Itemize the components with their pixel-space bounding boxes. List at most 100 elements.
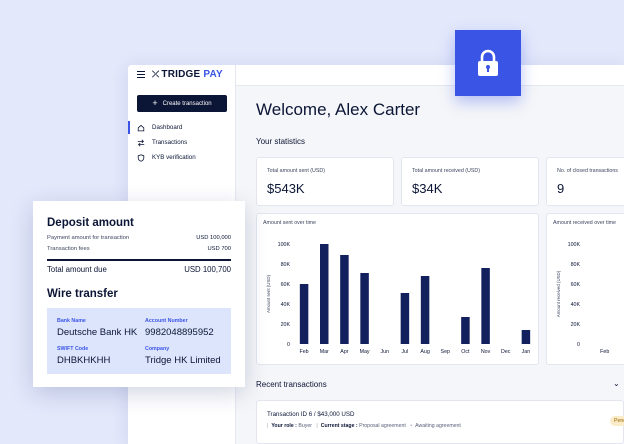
bar — [481, 268, 490, 344]
total-label: Total amount due — [47, 265, 107, 274]
deposit-card: Deposit amount Payment amount for transa… — [33, 201, 245, 387]
x-tick-label: Feb — [300, 349, 309, 355]
bank-details: Bank Name Deutsche Bank HK Account Numbe… — [47, 308, 231, 374]
bar — [461, 317, 470, 344]
y-tick-label: 0 — [287, 342, 290, 348]
transaction-card[interactable]: Transaction ID 6 / $43,000 USD | Your rol… — [256, 400, 624, 444]
y-tick-label: 80K — [571, 262, 581, 268]
sidebar-item-label: Dashboard — [152, 124, 183, 131]
x-tick-label: Sep — [441, 349, 450, 355]
total-value: USD 100,700 — [184, 265, 231, 274]
y-axis-title: Amount received (USD) — [556, 270, 561, 317]
statistics-heading: Your statistics — [256, 137, 306, 146]
x-tick-label: Apr — [340, 349, 348, 355]
home-icon — [136, 124, 146, 132]
role-label: Your role : — [271, 423, 297, 429]
company-field: Company Tridge HK Limited — [145, 346, 221, 366]
x-tick-label: Nov — [481, 349, 491, 355]
company-label: Company — [145, 346, 170, 352]
x-tick-label: May — [360, 349, 370, 355]
y-axis-title: Amount sent (USD) — [266, 274, 271, 313]
recent-transactions-heading: Recent transactions — [256, 380, 327, 389]
swift-code-label: SWIFT Code — [57, 346, 89, 352]
deposit-row: Transaction fees USD 700 — [47, 246, 231, 252]
swap-arrows-icon — [136, 139, 146, 147]
brand-accent: PAY — [203, 69, 223, 80]
sidebar-item-kyb-verification[interactable]: KYB verification — [128, 150, 236, 165]
stat-value: $34K — [412, 181, 443, 196]
brand-logo[interactable]: ⤫ TRIDGE PAY — [152, 69, 223, 80]
deposit-row-label: Payment amount for transaction — [47, 235, 130, 241]
deposit-total: Total amount due USD 100,700 — [47, 265, 231, 274]
role-value: Buyer — [298, 423, 312, 429]
y-tick-label: 0 — [577, 342, 580, 348]
stage-label: Current stage : — [320, 423, 358, 429]
bar — [340, 255, 349, 344]
chart-card-sent: Amount sent over time 0 20K 40K 60K 80K 100K A… — [256, 213, 539, 365]
x-tick-label: Jul — [402, 349, 409, 355]
hamburger-menu-icon[interactable] — [137, 71, 145, 78]
deposit-row-value: USD 700 — [207, 246, 231, 252]
plus-icon: + — [152, 98, 158, 108]
x-tick-label: Feb — [600, 349, 609, 355]
divider — [47, 259, 231, 261]
stat-label: Total amount received (USD) — [412, 168, 481, 174]
bank-name-label: Bank Name — [57, 318, 86, 324]
brand-mark-icon: ⤫ — [152, 69, 160, 79]
top-bar — [236, 65, 624, 86]
y-tick-label: 40K — [281, 302, 291, 308]
x-tick-label: Mar — [320, 349, 329, 355]
y-tick-label: 60K — [281, 282, 291, 288]
transaction-title: Transaction ID 6 / $43,000 USD — [267, 411, 355, 418]
x-tick-label: Jun — [380, 349, 389, 355]
deposit-title: Deposit amount — [47, 217, 134, 229]
bank-name-field: Bank Name Deutsche Bank HK — [57, 318, 137, 338]
y-tick-label: 40K — [571, 302, 581, 308]
deposit-row: Payment amount for transaction USD 100,0… — [47, 235, 231, 241]
stage-value: Proposal agreement — [359, 423, 406, 429]
lock-tile — [455, 30, 521, 96]
stat-card-closed: No. of closed transactions 9 — [546, 157, 624, 206]
y-tick-label: 20K — [281, 322, 291, 328]
chart-card-received: Amount received over time 0 20K 40K 60K 80K 1… — [546, 213, 624, 365]
stat-card-received: Total amount received (USD) $34K — [401, 157, 539, 206]
company-value: Tridge HK Limited — [145, 355, 221, 366]
bar — [360, 273, 369, 344]
bar — [400, 293, 410, 344]
account-number-label: Account Number — [145, 318, 188, 324]
bar — [320, 244, 329, 344]
lock-icon — [478, 49, 498, 76]
y-tick-label: 80K — [281, 262, 291, 268]
chevron-down-icon[interactable]: ⌄ — [613, 379, 620, 388]
create-transaction-button[interactable]: + Create transaction — [137, 95, 227, 112]
deposit-row-label: Transaction fees — [47, 246, 90, 252]
sidebar-item-label: KYB verification — [152, 154, 196, 161]
swift-code-field: SWIFT Code DHBKHKHH — [57, 346, 110, 366]
y-tick-label: 20K — [571, 322, 581, 328]
transaction-meta: | Your role : Buyer | Current stage : Prop… — [267, 423, 461, 429]
stat-value: 9 — [557, 181, 565, 196]
sidebar-nav: Dashboard Transactions KYB verification — [128, 120, 236, 165]
sidebar-item-transactions[interactable]: Transactions — [128, 135, 236, 150]
account-number-value: 9982048895952 — [145, 327, 214, 338]
x-tick-label: Oct — [461, 349, 470, 355]
bar — [521, 330, 531, 344]
deposit-row-value: USD 100,000 — [196, 235, 231, 241]
status-badge: Pending — [610, 416, 624, 426]
bar — [420, 276, 430, 344]
y-tick-label: 100K — [278, 242, 291, 248]
bank-name-value: Deutsche Bank HK — [57, 327, 138, 338]
chart-amount-sent: 0 20K 40K 60K 80K 100K Amount sent (USD) Feb Mar… — [266, 242, 531, 355]
bar — [299, 284, 309, 344]
create-transaction-label: Create transaction — [162, 100, 212, 107]
y-tick-label: 60K — [571, 282, 581, 288]
sidebar-item-dashboard[interactable]: Dashboard — [128, 120, 236, 135]
account-number-field: Account Number 9982048895952 — [145, 318, 214, 338]
y-tick-label: 100K — [568, 242, 581, 248]
chart-amount-received: 0 20K 40K 60K 80K 100K Amount received (USD) Fe… — [556, 242, 609, 355]
brand-text: TRIDGE — [161, 69, 201, 80]
swift-code-value: DHBKHKHH — [57, 355, 111, 366]
stat-label: Total amount sent (USD) — [267, 168, 325, 174]
stage-sub: Awaiting agreement — [415, 423, 461, 429]
page-title: Welcome, Alex Carter — [256, 100, 421, 119]
